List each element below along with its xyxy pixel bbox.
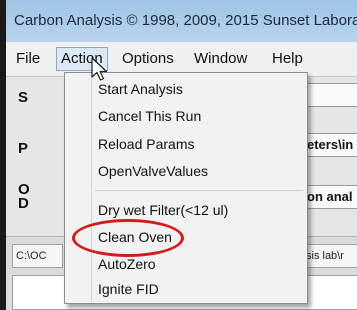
side-label-d: D — [18, 195, 29, 212]
side-label-s: S — [18, 89, 29, 106]
mouse-cursor-icon — [91, 57, 108, 81]
annotation-circle — [72, 219, 184, 257]
menu-item-open-valve-values[interactable]: OpenValveValues — [98, 161, 208, 181]
screen: Carbon Analysis © 1998, 2009, 2015 Sunse… — [6, 0, 357, 310]
path-left-field[interactable]: C:\OC — [12, 244, 63, 268]
side-label-p: P — [18, 140, 29, 157]
menu-window[interactable]: Window — [190, 49, 251, 69]
params-path-field[interactable]: eters\in — [302, 133, 357, 157]
menu-file[interactable]: File — [12, 49, 44, 69]
menu-item-autozero[interactable]: AutoZero — [98, 254, 156, 274]
status-field — [302, 83, 357, 107]
menu-item-start-analysis[interactable]: Start Analysis — [98, 79, 183, 99]
window-title: Carbon Analysis © 1998, 2009, 2015 Sunse… — [6, 0, 357, 42]
menu-separator — [95, 190, 303, 191]
analysis-field[interactable]: on anal — [302, 185, 357, 209]
menu-item-reload-params[interactable]: Reload Params — [98, 134, 195, 154]
path-right-field[interactable]: sis lab\r — [302, 244, 357, 268]
menu-gutter — [91, 75, 92, 301]
action-dropdown-menu: Start Analysis Cancel This Run Reload Pa… — [64, 72, 308, 304]
menu-item-dry-wet-filter[interactable]: Dry wet Filter(<12 ul) — [98, 200, 228, 220]
menu-help[interactable]: Help — [268, 49, 307, 69]
menu-item-cancel-run[interactable]: Cancel This Run — [98, 106, 201, 126]
menu-options[interactable]: Options — [118, 49, 178, 69]
menu-item-ignite-fid[interactable]: Ignite FID — [98, 279, 159, 299]
